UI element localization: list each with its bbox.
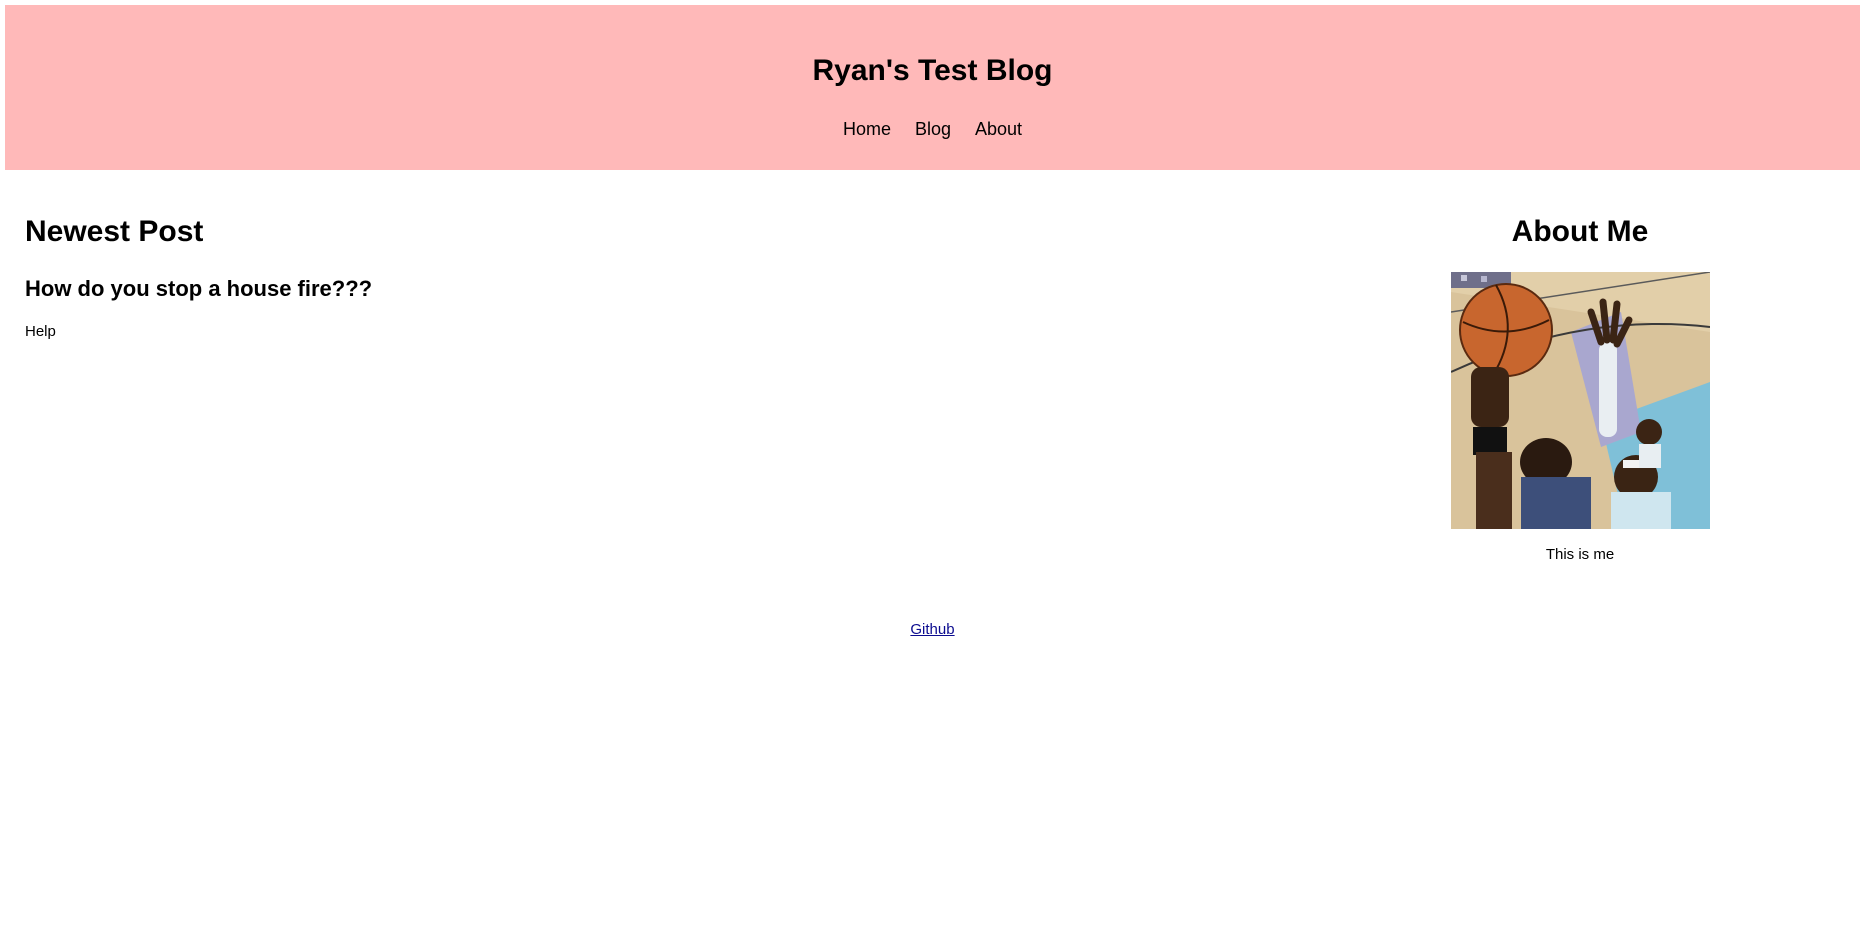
newest-post-section: Newest Post How do you stop a house fire… — [25, 210, 925, 342]
about-me-section: About Me This is me — [1380, 210, 1780, 565]
nav-item-home[interactable]: Home — [843, 117, 891, 141]
site-header: Ryan's Test Blog Home Blog About — [5, 5, 1860, 170]
page: Ryan's Test Blog Home Blog About Newest … — [0, 0, 1865, 941]
nav-item-blog[interactable]: Blog — [915, 117, 951, 141]
newest-post-heading: Newest Post — [25, 215, 204, 248]
about-me-heading: About Me — [1511, 215, 1649, 248]
site-footer: Github — [0, 620, 1865, 640]
main-nav: Home Blog About — [5, 117, 1860, 141]
post-title: How do you stop a house fire??? — [25, 276, 373, 301]
nav-item-about[interactable]: About — [975, 117, 1022, 141]
photo-caption: This is me — [1545, 546, 1615, 563]
github-link[interactable]: Github — [910, 621, 954, 638]
post-body: Help — [25, 323, 56, 340]
site-title: Ryan's Test Blog — [812, 54, 1053, 87]
profile-photo — [1450, 272, 1710, 529]
